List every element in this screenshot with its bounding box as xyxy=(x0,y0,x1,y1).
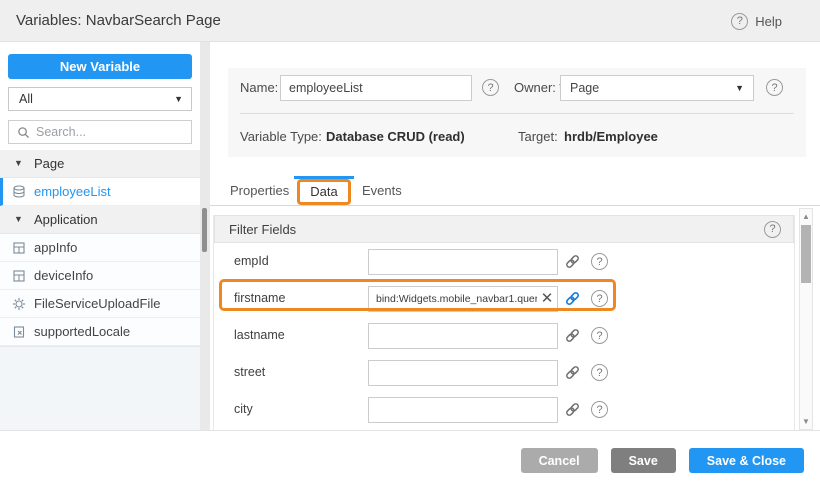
target-value: hrdb/Employee xyxy=(564,124,658,150)
tree-item-deviceinfo[interactable]: deviceInfo xyxy=(0,262,200,290)
collapse-triangle-icon: ▼ xyxy=(14,159,23,168)
filter-field-label: city xyxy=(234,391,253,428)
filter-row-street: street ? xyxy=(214,354,794,391)
bind-link-icon[interactable] xyxy=(564,253,581,270)
content-scrollbar-thumb[interactable] xyxy=(801,225,811,283)
variable-info-panel: Name:* ? Owner:* Page ▼ ? Variable Type:… xyxy=(228,68,806,157)
clear-binding-icon[interactable]: ✕ xyxy=(538,287,556,311)
detail-tabbar: Properties Data Events xyxy=(210,176,820,206)
tab-events[interactable]: Events xyxy=(362,176,402,206)
variable-filter-value: All xyxy=(19,92,33,106)
tree-item-supportedlocale[interactable]: supportedLocale xyxy=(0,318,200,346)
filter-field-label: street xyxy=(234,354,265,391)
bind-link-icon[interactable] xyxy=(564,290,581,307)
owner-label: Owner:* xyxy=(514,68,564,108)
collapse-triangle-icon: ▼ xyxy=(14,215,23,224)
filter-field-label: empId xyxy=(234,243,269,280)
filter-field-label: lastname xyxy=(234,317,285,354)
variables-sidebar: New Variable All ▼ ▼ Page xyxy=(0,42,200,430)
filter-field-label: firstname xyxy=(234,280,285,317)
tab-data[interactable]: Data xyxy=(297,179,351,205)
filter-field-input[interactable] xyxy=(368,323,558,349)
device-grid-icon xyxy=(12,269,26,283)
page-title: Variables: NavbarSearch Page xyxy=(16,0,221,42)
chevron-down-icon: ▼ xyxy=(174,88,183,110)
new-variable-button[interactable]: New Variable xyxy=(8,54,192,79)
filter-field-input[interactable] xyxy=(368,397,558,423)
dialog-body: New Variable All ▼ ▼ Page xyxy=(0,42,820,430)
search-icon xyxy=(17,126,30,139)
name-field[interactable] xyxy=(280,75,472,101)
help-button[interactable]: ? Help xyxy=(731,0,782,42)
owner-value: Page xyxy=(570,81,599,95)
owner-select[interactable]: Page ▼ xyxy=(560,75,754,101)
variable-type-label: Variable Type: xyxy=(240,124,322,150)
locale-doc-icon xyxy=(12,325,26,339)
variable-type-value: Database CRUD (read) xyxy=(326,124,465,150)
tree-item-label: supportedLocale xyxy=(34,324,130,339)
filter-field-input[interactable] xyxy=(368,286,558,312)
field-help-icon[interactable]: ? xyxy=(591,327,608,344)
cancel-button[interactable]: Cancel xyxy=(521,448,598,473)
tree-group-page[interactable]: ▼ Page xyxy=(0,150,200,178)
variable-filter-select[interactable]: All ▼ xyxy=(8,87,192,111)
field-help-icon[interactable]: ? xyxy=(591,253,608,270)
filter-row-lastname: lastname ? xyxy=(214,317,794,354)
filter-row-city: city ? xyxy=(214,391,794,428)
help-label: Help xyxy=(755,14,782,29)
scroll-down-icon[interactable]: ▼ xyxy=(800,417,812,426)
tree-item-employeelist[interactable]: employeeList xyxy=(0,178,200,206)
help-icon: ? xyxy=(731,13,748,30)
save-and-close-button[interactable]: Save & Close xyxy=(689,448,804,473)
variables-dialog: Variables: NavbarSearch Page ? Help New … xyxy=(0,0,820,490)
variables-tree: ▼ Page employeeList ▼ Application xyxy=(0,150,200,346)
tree-group-label: Application xyxy=(34,212,98,227)
filter-field-input[interactable] xyxy=(368,249,558,275)
variable-search xyxy=(8,120,192,144)
sidebar-scrollbar-thumb[interactable] xyxy=(202,208,207,252)
tree-group-label: Page xyxy=(34,156,64,171)
tree-item-label: deviceInfo xyxy=(34,268,93,283)
filter-row-firstname: firstname ✕ ? xyxy=(214,280,794,317)
tree-item-appinfo[interactable]: appInfo xyxy=(0,234,200,262)
save-button[interactable]: Save xyxy=(611,448,676,473)
target-label: Target: xyxy=(518,124,558,150)
bind-link-icon[interactable] xyxy=(564,364,581,381)
gear-icon xyxy=(12,297,26,311)
filter-field-input[interactable] xyxy=(368,360,558,386)
sidebar-scrollbar[interactable] xyxy=(200,42,210,430)
field-help-icon[interactable]: ? xyxy=(591,364,608,381)
filter-fields-help-icon[interactable]: ? xyxy=(764,221,781,238)
search-input[interactable] xyxy=(36,125,191,139)
scroll-up-icon[interactable]: ▲ xyxy=(800,212,812,221)
app-grid-icon xyxy=(12,241,26,255)
content-scrollbar[interactable]: ▲ ▼ xyxy=(799,208,813,430)
chevron-down-icon: ▼ xyxy=(735,76,744,100)
owner-help-icon[interactable]: ? xyxy=(766,79,783,96)
database-icon xyxy=(12,185,26,199)
dialog-footer: Cancel Save Save & Close xyxy=(0,430,820,490)
filter-fields-panel: Filter Fields ? empId ? firstname xyxy=(213,215,795,430)
tree-item-label: employeeList xyxy=(34,184,111,199)
field-help-icon[interactable]: ? xyxy=(591,401,608,418)
field-help-icon[interactable]: ? xyxy=(591,290,608,307)
filter-fields-header: Filter Fields ? xyxy=(214,215,794,243)
filter-fields-title: Filter Fields xyxy=(229,222,296,237)
tab-properties[interactable]: Properties xyxy=(230,176,289,206)
tree-group-application[interactable]: ▼ Application xyxy=(0,206,200,234)
tree-item-label: FileServiceUploadFile xyxy=(34,296,160,311)
divider xyxy=(240,113,794,114)
bind-link-icon[interactable] xyxy=(564,327,581,344)
tree-item-fileserviceuploadfile[interactable]: FileServiceUploadFile xyxy=(0,290,200,318)
sidebar-empty-area xyxy=(0,346,200,430)
name-help-icon[interactable]: ? xyxy=(482,79,499,96)
variable-detail-panel: Name:* ? Owner:* Page ▼ ? Variable Type:… xyxy=(210,42,820,430)
bind-link-icon[interactable] xyxy=(564,401,581,418)
title-bar: Variables: NavbarSearch Page ? Help xyxy=(0,0,820,42)
tree-item-label: appInfo xyxy=(34,240,77,255)
filter-row-empid: empId ? xyxy=(214,243,794,280)
